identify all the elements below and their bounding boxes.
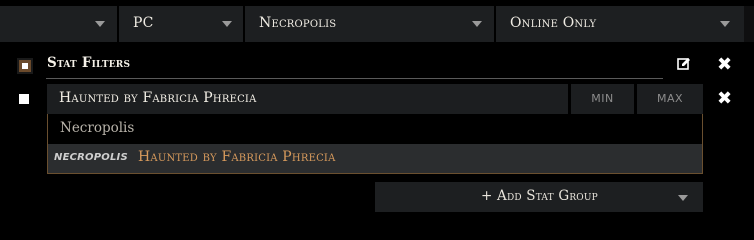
stat-suggestions-list: Necropolis NECROPOLIS Haunted by Fabrici… bbox=[47, 114, 703, 174]
filter-bar: PC Necropolis Online Only bbox=[0, 6, 754, 42]
remove-stat-close-icon[interactable]: ✖ bbox=[717, 90, 732, 108]
chevron-down-icon bbox=[95, 21, 105, 27]
category-dropdown[interactable] bbox=[0, 6, 119, 42]
suggestion-text: Haunted by Fabricia Phrecia bbox=[138, 149, 336, 165]
platform-label: PC bbox=[133, 15, 154, 31]
add-stat-group-label: + Add Stat Group bbox=[481, 188, 598, 204]
stat-input-value: Haunted by Fabricia Phrecia bbox=[59, 90, 257, 106]
chevron-down-icon bbox=[720, 21, 730, 27]
league-label: Necropolis bbox=[259, 15, 337, 31]
league-dropdown[interactable]: Necropolis bbox=[245, 6, 496, 42]
chevron-down-icon bbox=[472, 21, 482, 27]
group-divider bbox=[46, 78, 663, 79]
status-dropdown[interactable]: Online Only bbox=[496, 6, 744, 42]
chevron-down-icon[interactable] bbox=[678, 195, 688, 201]
edit-icon[interactable] bbox=[677, 57, 691, 71]
remove-group-close-icon[interactable]: ✖ bbox=[717, 56, 732, 74]
add-stat-group-button[interactable]: + Add Stat Group bbox=[375, 182, 703, 212]
suggestion-group-header: Necropolis bbox=[60, 120, 135, 136]
max-input[interactable]: MAX bbox=[637, 84, 703, 114]
status-label: Online Only bbox=[510, 15, 597, 31]
suggestion-tag: NECROPOLIS bbox=[54, 152, 128, 163]
platform-dropdown[interactable]: PC bbox=[119, 6, 245, 42]
chevron-down-icon bbox=[222, 21, 232, 27]
stat-input[interactable]: Haunted by Fabricia Phrecia bbox=[47, 84, 568, 114]
min-input[interactable]: MIN bbox=[571, 84, 634, 114]
suggestion-item[interactable]: NECROPOLIS Haunted by Fabricia Phrecia bbox=[48, 144, 702, 173]
stat-group-checkbox[interactable] bbox=[17, 58, 33, 74]
stat-row-checkbox[interactable] bbox=[19, 94, 29, 104]
stat-group-title: Stat Filters bbox=[47, 55, 131, 71]
